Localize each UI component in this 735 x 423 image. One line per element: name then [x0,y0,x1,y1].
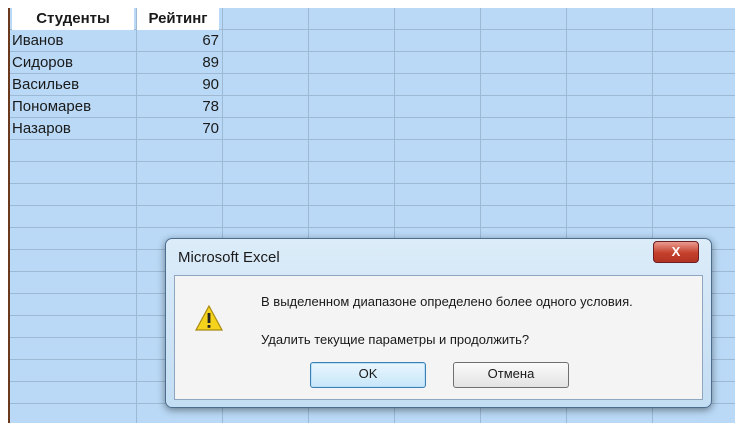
dialog-title: Microsoft Excel [178,249,280,266]
dialog-body: В выделенном диапазоне определено более … [174,275,703,400]
cell-rating[interactable]: 90 [137,74,219,96]
excel-message-dialog: Microsoft Excel X В выделенном диапазоне… [165,238,712,408]
cell-rating[interactable]: 67 [137,30,219,52]
cell-rating[interactable]: 78 [137,96,219,118]
header-rating[interactable]: Рейтинг [137,8,219,30]
close-icon: X [671,244,681,259]
cell-rating[interactable]: 89 [137,52,219,74]
cell-student-name[interactable]: Васильев [12,74,134,96]
header-students[interactable]: Студенты [12,8,134,30]
cell-student-name[interactable]: Сидоров [12,52,134,74]
dialog-message-line2: Удалить текущие параметры и продолжить? [261,332,530,347]
cell-student-name[interactable]: Пономарев [12,96,134,118]
cancel-button[interactable]: Отмена [453,362,569,388]
cell-student-name[interactable]: Иванов [12,30,134,52]
dialog-message-line1: В выделенном диапазоне определено более … [261,294,633,309]
ok-button[interactable]: OK [310,362,426,388]
cell-student-name[interactable]: Назаров [12,118,134,140]
cell-rating[interactable]: 70 [137,118,219,140]
warning-icon [194,304,224,331]
close-button[interactable]: X [653,241,699,263]
